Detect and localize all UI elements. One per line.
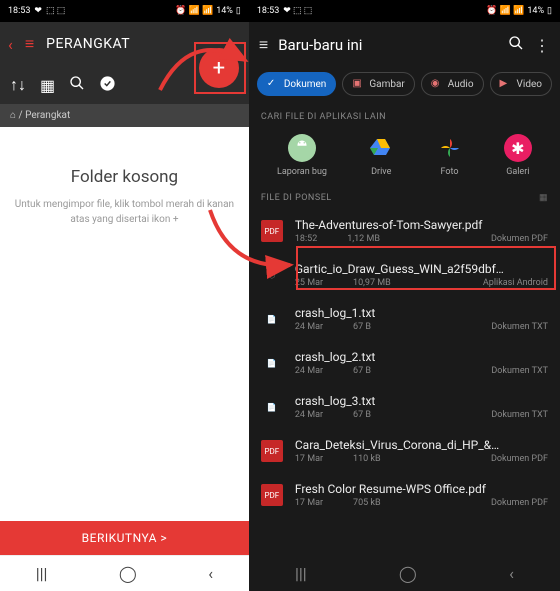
- select-all-icon[interactable]: [99, 75, 116, 96]
- chip-dokumen[interactable]: ✓Dokumen: [257, 72, 336, 96]
- home-icon[interactable]: ◯: [119, 564, 137, 583]
- chip-gambar[interactable]: ▣Gambar: [342, 72, 414, 96]
- check-icon: ✓: [267, 78, 279, 90]
- gallery-icon: ✱: [504, 134, 532, 162]
- app-gallery[interactable]: ✱Galeri: [504, 134, 532, 177]
- audio-icon: ◉: [431, 78, 443, 90]
- add-button[interactable]: +: [199, 48, 239, 88]
- empty-subtitle: Untuk mengimpor file, klik tombol merah …: [9, 197, 239, 227]
- header-title: Baru-baru ini: [278, 36, 498, 54]
- menu-icon[interactable]: ≡: [259, 35, 268, 55]
- drive-icon: [367, 134, 395, 162]
- search-icon[interactable]: [508, 35, 524, 55]
- right-header: ≡ Baru-baru ini ⋮: [249, 22, 560, 68]
- breadcrumb[interactable]: ⌂ / Perangkat: [0, 104, 249, 127]
- chip-video[interactable]: ▶Video: [490, 72, 552, 96]
- right-pane: 18:53 ❤ ⬚ ⬚ ⏰ 📶 📶 14% ▯ ≡ Baru-baru ini …: [249, 0, 560, 591]
- sort-icon[interactable]: ↑↓: [10, 75, 26, 95]
- grid-icon[interactable]: ▦: [40, 76, 55, 95]
- heart-icon: ❤: [34, 6, 42, 16]
- photos-icon: [436, 134, 464, 162]
- search-icon[interactable]: [69, 75, 85, 95]
- recents-icon[interactable]: |||: [295, 564, 307, 583]
- status-bar: 18:53 ❤ ⬚ ⬚ ⏰ 📶 📶 14% ▯: [0, 0, 249, 22]
- file-row[interactable]: PDFFresh Color Resume-WPS Office.pdf17 M…: [249, 473, 560, 517]
- status-battery: 14%: [216, 6, 233, 16]
- app-photos[interactable]: Foto: [436, 134, 464, 177]
- left-pane: 18:53 ❤ ⬚ ⬚ ⏰ 📶 📶 14% ▯ ‹ ≡ PERANGKAT ↑↓…: [0, 0, 249, 591]
- section-other-apps: CARI FILE DI APLIKASI LAIN: [249, 106, 560, 128]
- nav-bar-left: ||| ◯ ‹: [0, 555, 249, 591]
- status-time: 18:53: [8, 6, 30, 16]
- file-row[interactable]: PDFThe-Adventures-of-Tom-Sawyer.pdf18:52…: [249, 209, 560, 253]
- apps-row: Laporan bug Drive Foto ✱Galeri: [249, 128, 560, 187]
- chip-audio[interactable]: ◉Audio: [421, 72, 484, 96]
- file-row[interactable]: 📄crash_log_1.txt24 Mar67 BDokumen TXT: [249, 297, 560, 341]
- menu-icon[interactable]: ≡: [25, 34, 34, 54]
- empty-title: Folder kosong: [71, 167, 178, 187]
- home-icon[interactable]: ◯: [399, 564, 417, 583]
- back-icon[interactable]: ‹: [8, 35, 13, 54]
- file-row[interactable]: ⬡Gartic_io_Draw_Guess_WIN_a2f59dbf…25 Ma…: [249, 253, 560, 297]
- android-icon: [288, 134, 316, 162]
- grid-toggle-icon[interactable]: ▦: [539, 193, 548, 203]
- file-row[interactable]: PDFCara_Deteksi_Virus_Corona_di_HP_&…17 …: [249, 429, 560, 473]
- file-list: PDFThe-Adventures-of-Tom-Sawyer.pdf18:52…: [249, 209, 560, 555]
- back-nav-icon[interactable]: ‹: [208, 564, 213, 583]
- image-icon: ▣: [352, 78, 364, 90]
- app-drive[interactable]: Drive: [367, 134, 395, 177]
- file-row[interactable]: 📄crash_log_3.txt24 Mar67 BDokumen TXT: [249, 385, 560, 429]
- nav-bar-right: ||| ◯ ‹: [249, 555, 560, 591]
- overflow-icon[interactable]: ⋮: [534, 36, 550, 55]
- next-button[interactable]: BERIKUTNYA >: [0, 521, 249, 555]
- header-title: PERANGKAT: [46, 36, 130, 52]
- recents-icon[interactable]: |||: [36, 564, 48, 583]
- empty-state: Folder kosong Untuk mengimpor file, klik…: [0, 127, 249, 521]
- app-android[interactable]: Laporan bug: [277, 134, 327, 177]
- back-nav-icon[interactable]: ‹: [509, 564, 514, 583]
- section-phone-files: FILE DI PONSEL ▦: [249, 187, 560, 209]
- video-icon: ▶: [500, 78, 512, 90]
- left-header: ‹ ≡ PERANGKAT ↑↓ ▦ +: [0, 22, 249, 104]
- file-row[interactable]: 📄crash_log_2.txt24 Mar67 BDokumen TXT: [249, 341, 560, 385]
- filter-chips: ✓Dokumen▣Gambar ◉Audio▶Video: [249, 68, 560, 106]
- status-bar: 18:53 ❤ ⬚ ⬚ ⏰ 📶 📶 14% ▯: [249, 0, 560, 22]
